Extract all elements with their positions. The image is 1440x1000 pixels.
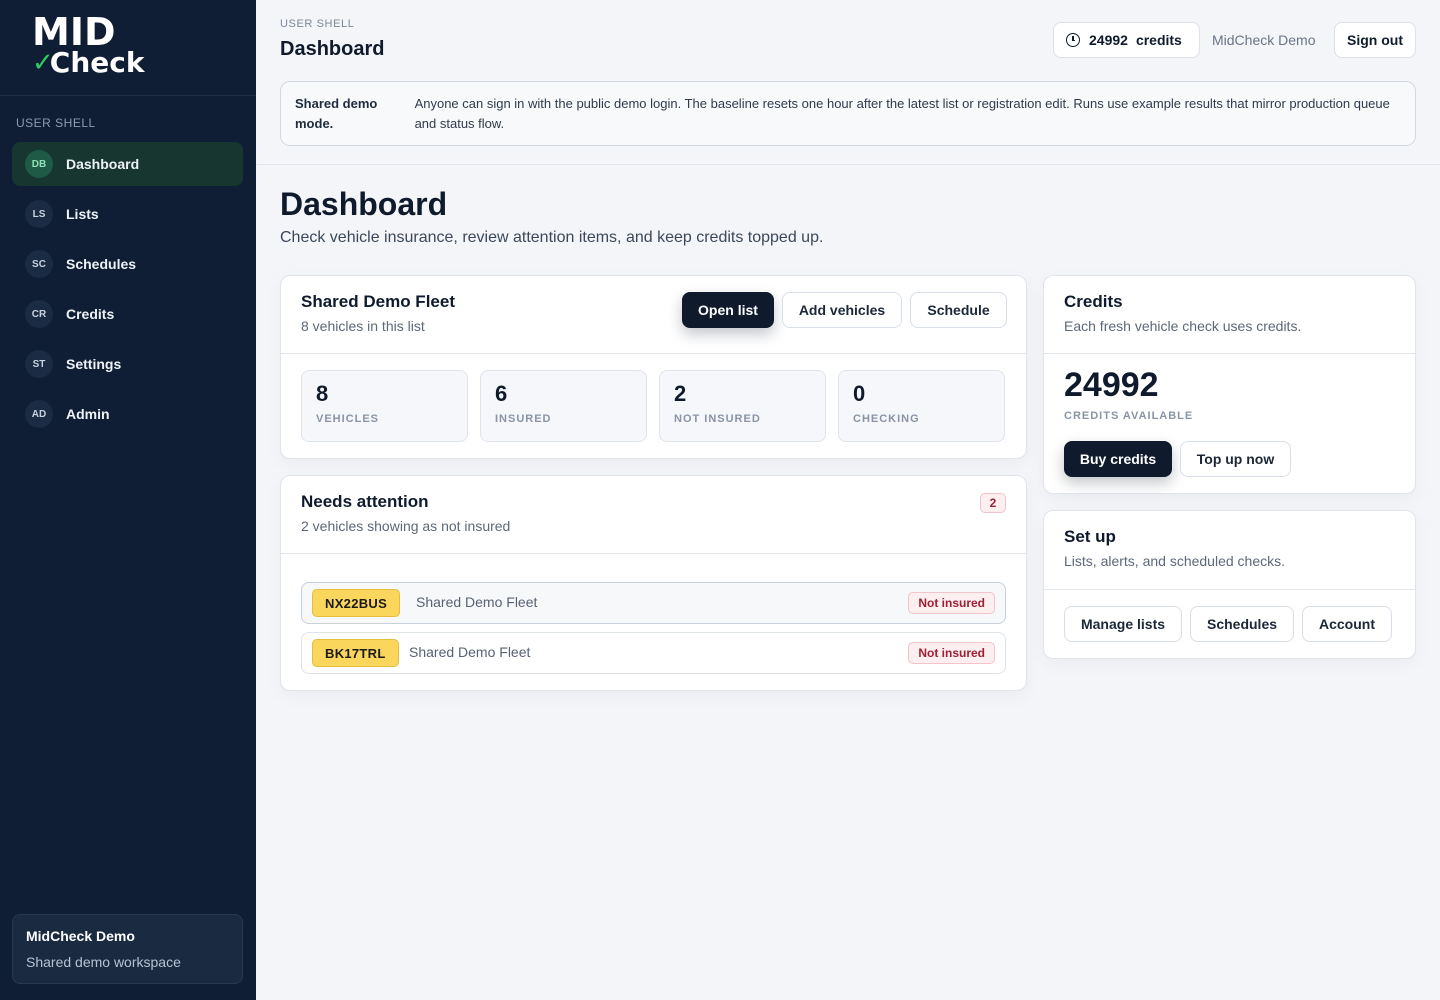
credits-available-label: CREDITS AVAILABLE bbox=[1064, 410, 1194, 422]
schedules-icon: SC bbox=[25, 250, 53, 278]
stat-label: NOT INSURED bbox=[674, 413, 761, 425]
stat-checking: 0 CHECKING bbox=[838, 370, 1005, 442]
credits-balance-pill[interactable]: 24992 credits bbox=[1053, 22, 1200, 58]
notice-text: Anyone can sign in with the public demo … bbox=[414, 96, 1390, 131]
card-divider bbox=[1044, 353, 1415, 354]
stat-label: CHECKING bbox=[853, 413, 920, 425]
credits-card: Credits Each fresh vehicle check uses cr… bbox=[1043, 275, 1416, 494]
card-divider bbox=[281, 553, 1026, 554]
attention-subtitle: 2 vehicles showing as not insured bbox=[301, 518, 511, 534]
attention-card: Needs attention 2 vehicles showing as no… bbox=[280, 475, 1027, 691]
open-list-button[interactable]: Open list bbox=[682, 292, 774, 328]
add-vehicles-button[interactable]: Add vehicles bbox=[782, 292, 902, 328]
sign-out-button[interactable]: Sign out bbox=[1334, 22, 1416, 58]
logo-bottom: ✓ Check bbox=[32, 46, 256, 79]
settings-icon: ST bbox=[25, 350, 53, 378]
schedules-button[interactable]: Schedules bbox=[1190, 606, 1294, 642]
stat-label: VEHICLES bbox=[316, 413, 380, 425]
admin-icon: AD bbox=[25, 400, 53, 428]
sidebar-item-label: Settings bbox=[66, 356, 122, 372]
header-title: Dashboard bbox=[280, 38, 385, 60]
sidebar-item-admin[interactable]: AD Admin bbox=[12, 392, 243, 436]
sidebar: MID ✓ Check USER SHELL DB Dashboard LS Li… bbox=[0, 0, 256, 1000]
attention-row-nx22bus[interactable]: NX22BUS Shared Demo Fleet Not insured bbox=[301, 582, 1006, 624]
top-header: USER SHELL Dashboard 24992 credits MidCh… bbox=[256, 0, 1440, 80]
sidebar-item-credits[interactable]: CR Credits bbox=[12, 292, 243, 336]
credits-title: Credits bbox=[1064, 292, 1123, 311]
card-divider bbox=[281, 353, 1026, 354]
schedule-button[interactable]: Schedule bbox=[910, 292, 1007, 328]
header-eyebrow: USER SHELL bbox=[280, 18, 355, 30]
stat-label: INSURED bbox=[495, 413, 552, 425]
dashboard-icon: DB bbox=[25, 150, 53, 178]
fleet-card: Shared Demo Fleet 8 vehicles in this lis… bbox=[280, 275, 1027, 459]
setup-subtitle: Lists, alerts, and scheduled checks. bbox=[1064, 553, 1286, 569]
credits-pill-value: 24992 bbox=[1089, 32, 1128, 48]
registration-plate: NX22BUS bbox=[312, 589, 401, 617]
fleet-subtitle: 8 vehicles in this list bbox=[301, 318, 425, 334]
row-list-name: Shared Demo Fleet bbox=[409, 644, 531, 660]
credits-available-value: 24992 bbox=[1064, 366, 1159, 404]
attention-row-bk17trl[interactable]: BK17TRL Shared Demo Fleet Not insured bbox=[301, 632, 1006, 674]
page-title: Dashboard bbox=[280, 186, 448, 222]
stat-vehicles: 8 VEHICLES bbox=[301, 370, 468, 442]
registration-plate: BK17TRL bbox=[312, 639, 399, 667]
account-button[interactable]: Account bbox=[1302, 606, 1392, 642]
sidebar-item-label: Admin bbox=[66, 406, 110, 422]
logo-top-text: MID bbox=[32, 10, 116, 54]
workspace-name: MidCheck Demo bbox=[26, 928, 135, 944]
stat-insured: 6 INSURED bbox=[480, 370, 647, 442]
fleet-title: Shared Demo Fleet bbox=[301, 292, 455, 311]
clock-icon bbox=[1066, 33, 1080, 47]
lists-icon: LS bbox=[25, 200, 53, 228]
demo-notice: Shared demo mode. Anyone can sign in wit… bbox=[280, 81, 1416, 146]
user-name: MidCheck Demo bbox=[1212, 32, 1316, 48]
midcheck-logo[interactable]: MID ✓ Check bbox=[0, 0, 256, 96]
notice-label: Shared demo mode. bbox=[295, 96, 378, 131]
credits-subtitle: Each fresh vehicle check uses credits. bbox=[1064, 318, 1302, 334]
logo-bottom-text: Check bbox=[49, 46, 145, 79]
top-up-now-button[interactable]: Top up now bbox=[1180, 441, 1291, 477]
status-badge: Not insured bbox=[908, 642, 995, 664]
workspace-card[interactable]: MidCheck Demo Shared demo workspace bbox=[12, 914, 243, 984]
stat-not-insured: 2 NOT INSURED bbox=[659, 370, 826, 442]
manage-lists-button[interactable]: Manage lists bbox=[1064, 606, 1182, 642]
buy-credits-button[interactable]: Buy credits bbox=[1064, 441, 1172, 477]
sidebar-item-settings[interactable]: ST Settings bbox=[12, 342, 243, 386]
sidebar-item-lists[interactable]: LS Lists bbox=[12, 192, 243, 236]
status-badge: Not insured bbox=[908, 592, 995, 614]
sidebar-section-label: USER SHELL bbox=[16, 116, 96, 130]
card-divider bbox=[1044, 589, 1415, 590]
page-subtitle: Check vehicle insurance, review attentio… bbox=[280, 229, 824, 246]
attention-count-badge: 2 bbox=[980, 493, 1006, 513]
sidebar-item-label: Credits bbox=[66, 306, 115, 322]
stat-value: 8 bbox=[316, 381, 329, 406]
credits-icon: CR bbox=[25, 300, 53, 328]
stat-value: 0 bbox=[853, 381, 866, 406]
sidebar-item-dashboard[interactable]: DB Dashboard bbox=[12, 142, 243, 186]
row-list-name: Shared Demo Fleet bbox=[416, 594, 538, 610]
stat-value: 6 bbox=[495, 381, 508, 406]
sidebar-item-label: Dashboard bbox=[66, 156, 140, 172]
setup-card: Set up Lists, alerts, and scheduled chec… bbox=[1043, 510, 1416, 659]
sidebar-item-schedules[interactable]: SC Schedules bbox=[12, 242, 243, 286]
setup-title: Set up bbox=[1064, 527, 1116, 546]
sidebar-item-label: Lists bbox=[66, 206, 99, 222]
credits-pill-label: credits bbox=[1135, 32, 1182, 48]
header-divider bbox=[256, 164, 1440, 165]
stat-value: 2 bbox=[674, 381, 687, 406]
sidebar-item-label: Schedules bbox=[66, 256, 137, 272]
attention-title: Needs attention bbox=[301, 492, 429, 511]
workspace-subtitle: Shared demo workspace bbox=[26, 954, 181, 970]
